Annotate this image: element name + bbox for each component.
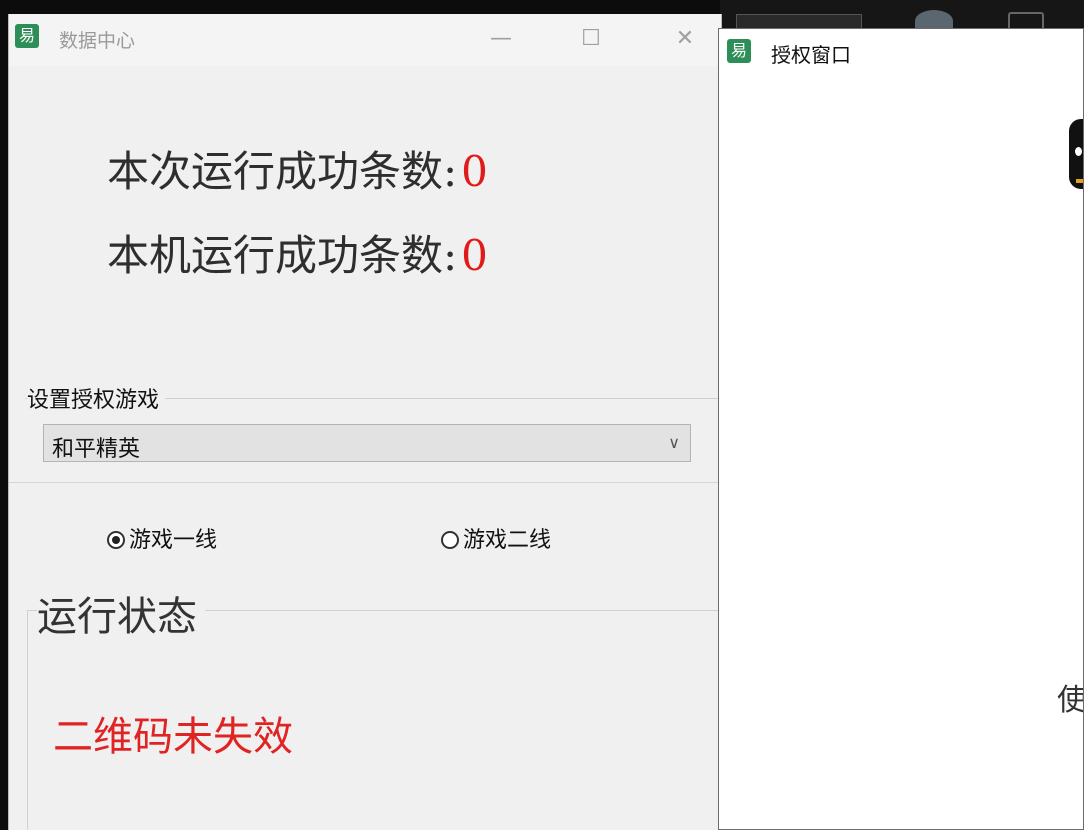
app-logo-icon: 易 xyxy=(15,24,39,48)
radio-line-one[interactable]: 游戏一线 xyxy=(107,522,217,554)
maximize-button[interactable]: ☐ xyxy=(567,22,615,56)
status-message: 二维码未失效 xyxy=(53,714,293,760)
qq-penguin-beak-icon xyxy=(1076,179,1083,183)
auth-app-logo-icon: 易 xyxy=(727,39,751,63)
window-title: 数据中心 xyxy=(59,30,136,52)
machine-run-count-value: 0 xyxy=(461,231,488,280)
auth-window: 易 授权窗口 使 xyxy=(718,28,1084,830)
radio-line-two[interactable]: 游戏二线 xyxy=(441,522,551,554)
auth-window-title: 授权窗口 xyxy=(771,43,851,67)
close-button[interactable]: ✕ xyxy=(661,22,709,56)
game-select-value: 和平精英 xyxy=(52,437,141,462)
radio-unchecked-icon[interactable] xyxy=(441,531,459,549)
auth-instruction-text: 使 xyxy=(1057,683,1084,718)
game-group-divider xyxy=(9,482,721,483)
title-bar[interactable]: 易 数据中心 — ☐ ✕ xyxy=(9,14,721,66)
radio-line-two-label: 游戏二线 xyxy=(463,528,552,553)
machine-run-count-label: 本机运行成功条数: xyxy=(107,231,458,280)
chevron-down-icon[interactable]: ∨ xyxy=(668,433,680,452)
game-group-label: 设置授权游戏 xyxy=(27,382,166,414)
status-group-label: 运行状态 xyxy=(37,584,205,642)
current-run-count-label: 本次运行成功条数: xyxy=(107,147,458,196)
radio-line-one-label: 游戏一线 xyxy=(129,528,218,553)
game-select[interactable]: 和平精英 ∨ xyxy=(43,424,691,462)
minimize-button[interactable]: — xyxy=(477,22,525,56)
current-run-count: 本次运行成功条数:0 xyxy=(107,138,488,199)
data-center-window: 易 数据中心 — ☐ ✕ 本次运行成功条数:0 本机运行成功条数:0 设置授权游… xyxy=(8,14,722,830)
current-run-count-value: 0 xyxy=(461,147,488,196)
machine-run-count: 本机运行成功条数:0 xyxy=(107,222,488,283)
radio-checked-icon[interactable] xyxy=(107,531,125,549)
qq-penguin-eye-icon xyxy=(1075,147,1082,156)
